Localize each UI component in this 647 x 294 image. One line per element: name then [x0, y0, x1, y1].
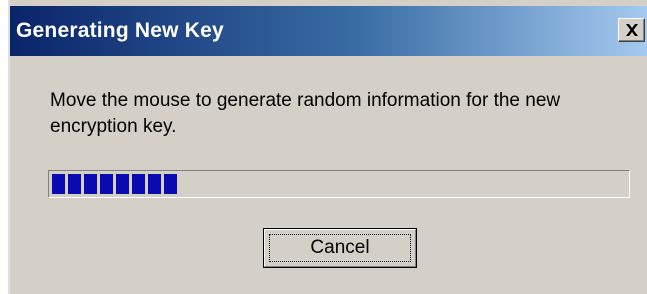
progress-block: [164, 174, 177, 194]
progress-block: [68, 174, 81, 194]
progress-block: [148, 174, 161, 194]
instruction-message: Move the mouse to generate random inform…: [50, 90, 561, 137]
cancel-button[interactable]: Cancel: [263, 228, 417, 268]
entropy-progress-bar: [48, 170, 630, 198]
close-icon: [626, 24, 638, 36]
generating-key-dialog: Generating New Key Move the mouse to gen…: [8, 0, 647, 294]
progress-block: [52, 174, 65, 194]
close-button[interactable]: [618, 18, 645, 42]
title-bar[interactable]: Generating New Key: [10, 6, 647, 56]
cancel-button-label: Cancel: [310, 237, 370, 258]
progress-block: [116, 174, 129, 194]
progress-block: [100, 174, 113, 194]
progress-block: [132, 174, 145, 194]
window-title: Generating New Key: [16, 19, 224, 42]
progress-fill: [52, 174, 177, 194]
progress-block: [84, 174, 97, 194]
